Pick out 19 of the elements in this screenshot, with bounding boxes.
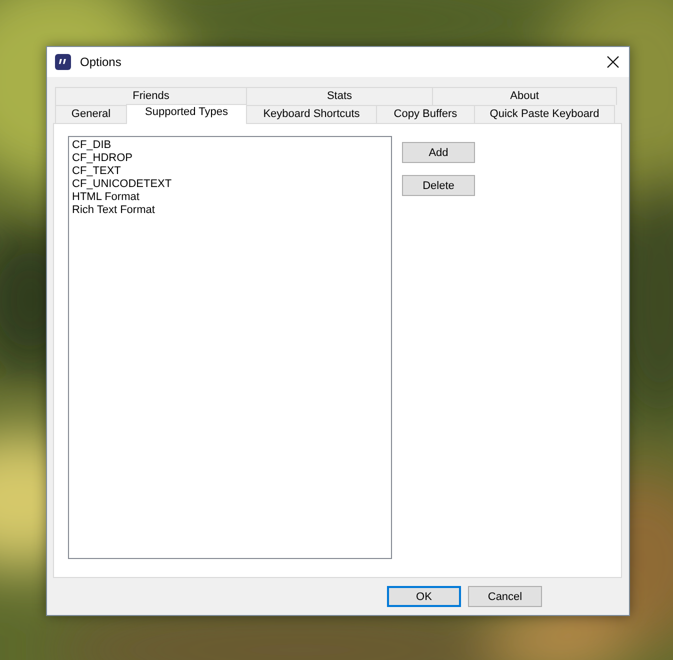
list-item[interactable]: CF_HDROP	[72, 152, 388, 165]
window-title: Options	[80, 55, 122, 69]
side-button[interactable]: Add	[402, 142, 475, 163]
list-item[interactable]: CF_DIB	[72, 139, 388, 152]
tab[interactable]: Quick Paste Keyboard	[474, 105, 615, 123]
list-item[interactable]: Rich Text Format	[72, 204, 388, 217]
tab[interactable]: Friends	[55, 87, 247, 105]
tab[interactable]: General	[55, 105, 127, 123]
types-list[interactable]: CF_DIB CF_HDROP CF_TEXT CF_UNICODETEXT HTML Format Rich Text Format	[68, 136, 392, 559]
list-item[interactable]: HTML Format	[72, 191, 388, 204]
list-item[interactable]: CF_TEXT	[72, 165, 388, 178]
dialog-button[interactable]: Cancel	[468, 586, 542, 607]
close-icon[interactable]	[607, 56, 619, 68]
list-item[interactable]: CF_UNICODETEXT	[72, 178, 388, 191]
tab[interactable]: Supported Types	[126, 104, 247, 124]
dialog-button[interactable]: OK	[387, 586, 461, 607]
app-icon	[55, 54, 71, 70]
side-button[interactable]: Delete	[402, 175, 475, 196]
tab[interactable]: About	[432, 87, 617, 105]
